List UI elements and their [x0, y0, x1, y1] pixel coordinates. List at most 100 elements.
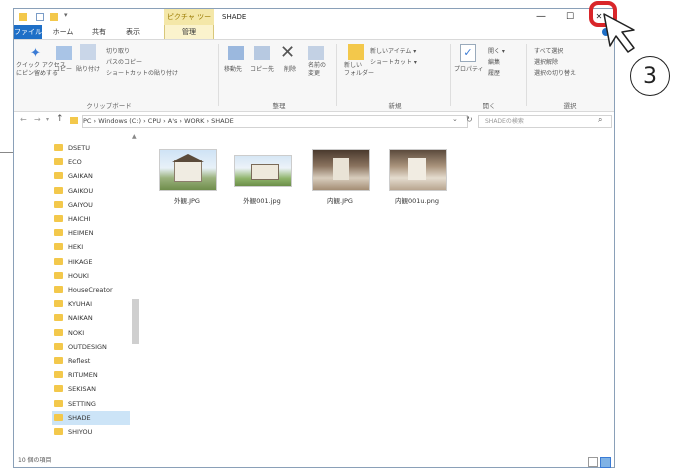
nav-item-hikage[interactable]: HIKAGE — [54, 255, 134, 269]
callout-line — [0, 152, 13, 153]
nav-item-haichi[interactable]: HAICHI — [54, 212, 134, 226]
item-count: 10 個の項目 — [18, 457, 52, 464]
delete-icon: ✕ — [280, 42, 296, 63]
copy-button[interactable]: コピー — [54, 64, 72, 73]
tab-home[interactable]: ホーム — [50, 25, 76, 39]
nav-item-reflest[interactable]: Reflest — [54, 354, 134, 368]
nav-item-label: HEKI — [68, 243, 84, 252]
file-thumbnail[interactable] — [389, 149, 447, 191]
file-name[interactable]: 外観001.jpg — [227, 195, 297, 205]
nav-item-sekisan[interactable]: SEKISAN — [54, 382, 134, 396]
nav-scrollbar[interactable]: ▲ — [130, 131, 140, 454]
nav-item-naikan[interactable]: NAIKAN — [54, 311, 134, 325]
nav-item-setting[interactable]: SETTING — [54, 397, 134, 411]
nav-item-gaikou[interactable]: GAIKOU — [54, 184, 134, 198]
minimize-button[interactable]: — — [530, 9, 552, 25]
nav-scroll-thumb[interactable] — [132, 299, 139, 344]
nav-item-label: ECO — [68, 158, 82, 167]
properties-button[interactable]: プロパティ — [454, 64, 484, 73]
roof-image — [172, 154, 204, 162]
pin-icon: ✦ — [30, 46, 41, 61]
file-name[interactable]: 内観.JPG — [305, 195, 375, 205]
folder-icon — [54, 271, 63, 279]
forward-arrow-icon[interactable]: → — [34, 115, 41, 124]
folder-icon — [54, 314, 63, 322]
folder-icon — [54, 286, 63, 293]
copy-path-button[interactable]: パスのコピー — [106, 57, 142, 66]
easy-access-button[interactable]: ショートカット ▾ — [370, 57, 417, 66]
nav-item-heimen[interactable]: HEIMEN — [54, 226, 134, 240]
picture-tools-context-tab: ピクチャ ツール — [164, 9, 214, 37]
large-icons-view-icon[interactable] — [600, 457, 611, 468]
nav-item-label: HEIMEN — [68, 229, 94, 238]
nav-item-eco[interactable]: ECO — [54, 155, 134, 169]
open-button[interactable]: 開く ▾ — [488, 46, 505, 55]
nav-item-gaikan[interactable]: GAIKAN — [54, 169, 134, 183]
search-icon[interactable]: ⌕ — [598, 115, 602, 125]
window-title: SHADE — [222, 13, 247, 21]
nav-item-label: HOUKI — [68, 271, 89, 280]
search-input[interactable]: SHADEの検索 — [478, 115, 612, 128]
new-folder-quick-icon[interactable] — [50, 13, 58, 21]
nav-item-houki[interactable]: HOUKI — [54, 269, 134, 283]
step-number-badge: 3 — [630, 56, 670, 96]
move-to-button[interactable]: 移動先 — [224, 64, 242, 73]
file-name[interactable]: 外観.JPG — [152, 195, 222, 205]
nav-item-shiyou[interactable]: SHIYOU — [54, 425, 134, 439]
recent-locations-icon[interactable]: ▾ — [46, 116, 49, 123]
maximize-button[interactable]: ☐ — [559, 9, 581, 25]
nav-item-label: SETTING — [68, 399, 96, 408]
select-none-button[interactable]: 選択解除 — [534, 57, 558, 66]
file-thumbnail[interactable] — [234, 155, 292, 187]
details-view-icon[interactable] — [588, 457, 598, 467]
up-arrow-icon[interactable]: ↑ — [56, 114, 64, 124]
nav-item-gaiyou[interactable]: GAIYOU — [54, 198, 134, 212]
paste-shortcut-button[interactable]: ショートカットの貼り付け — [106, 68, 178, 77]
nav-item-heki[interactable]: HEKI — [54, 240, 134, 254]
nav-item-shade[interactable]: SHADE — [52, 410, 132, 425]
cut-button[interactable]: 切り取り — [106, 46, 130, 55]
chevron-down-icon[interactable]: ⌄ — [452, 115, 458, 123]
customize-qat-icon[interactable]: ▾ — [64, 11, 68, 19]
back-arrow-icon[interactable]: ← — [20, 115, 27, 124]
delete-button[interactable]: 削除 — [284, 64, 296, 73]
nav-item-label: GAIYOU — [68, 200, 93, 209]
file-name[interactable]: 内観001u.png — [382, 195, 452, 205]
address-bar[interactable]: PC › Windows (C:) › CPU › A's › WORK › S… — [82, 115, 468, 128]
edit-button[interactable]: 編集 — [488, 57, 500, 66]
paste-button[interactable]: 貼り付け — [76, 64, 100, 73]
tab-manage[interactable]: 管理 — [164, 25, 214, 39]
nav-item-ritumen[interactable]: RITUMEN — [54, 368, 134, 382]
tab-view[interactable]: 表示 — [120, 25, 146, 39]
ribbon-tabs: ファイル ホーム 共有 表示 管理 — [14, 25, 614, 40]
group-divider — [218, 44, 219, 106]
folder-icon — [54, 328, 63, 336]
nav-item-dsetu[interactable]: DSETU — [54, 141, 134, 155]
nav-item-kyuhai[interactable]: KYUHAI — [54, 297, 134, 311]
nav-item-label: GAIKOU — [68, 186, 94, 195]
folder-icon — [54, 200, 63, 208]
folder-icon — [54, 172, 63, 180]
tab-file[interactable]: ファイル — [14, 25, 42, 39]
group-divider — [526, 44, 527, 106]
nav-item-outdesign[interactable]: OUTDESIGN — [54, 340, 134, 354]
title-bar: ▾ ピクチャ ツール SHADE — ☐ ✕ — [14, 9, 614, 37]
rename-button[interactable]: 名前の 変更 — [308, 62, 326, 78]
properties-quick-icon[interactable] — [36, 13, 44, 21]
file-thumbnail[interactable] — [312, 149, 370, 191]
scroll-up-icon[interactable]: ▲ — [132, 133, 137, 140]
copy-to-button[interactable]: コピー先 — [250, 64, 274, 73]
invert-selection-button[interactable]: 選択の切り替え — [534, 68, 576, 77]
address-row: ← → ▾ ↑ PC › Windows (C:) › CPU › A's › … — [14, 113, 614, 129]
nav-item-noki[interactable]: NOKI — [54, 326, 134, 340]
file-thumbnail[interactable] — [159, 149, 217, 191]
select-all-button[interactable]: すべて選択 — [534, 46, 563, 55]
history-button[interactable]: 履歴 — [488, 68, 500, 77]
nav-item-housecreator[interactable]: HouseCreator — [54, 283, 134, 297]
house-image — [251, 164, 279, 180]
nav-item-label: NAIKAN — [68, 314, 93, 323]
tab-share[interactable]: 共有 — [86, 25, 112, 39]
new-item-button[interactable]: 新しいアイテム ▾ — [370, 46, 416, 55]
interior-image — [408, 158, 426, 180]
refresh-icon[interactable]: ↻ — [466, 115, 473, 124]
